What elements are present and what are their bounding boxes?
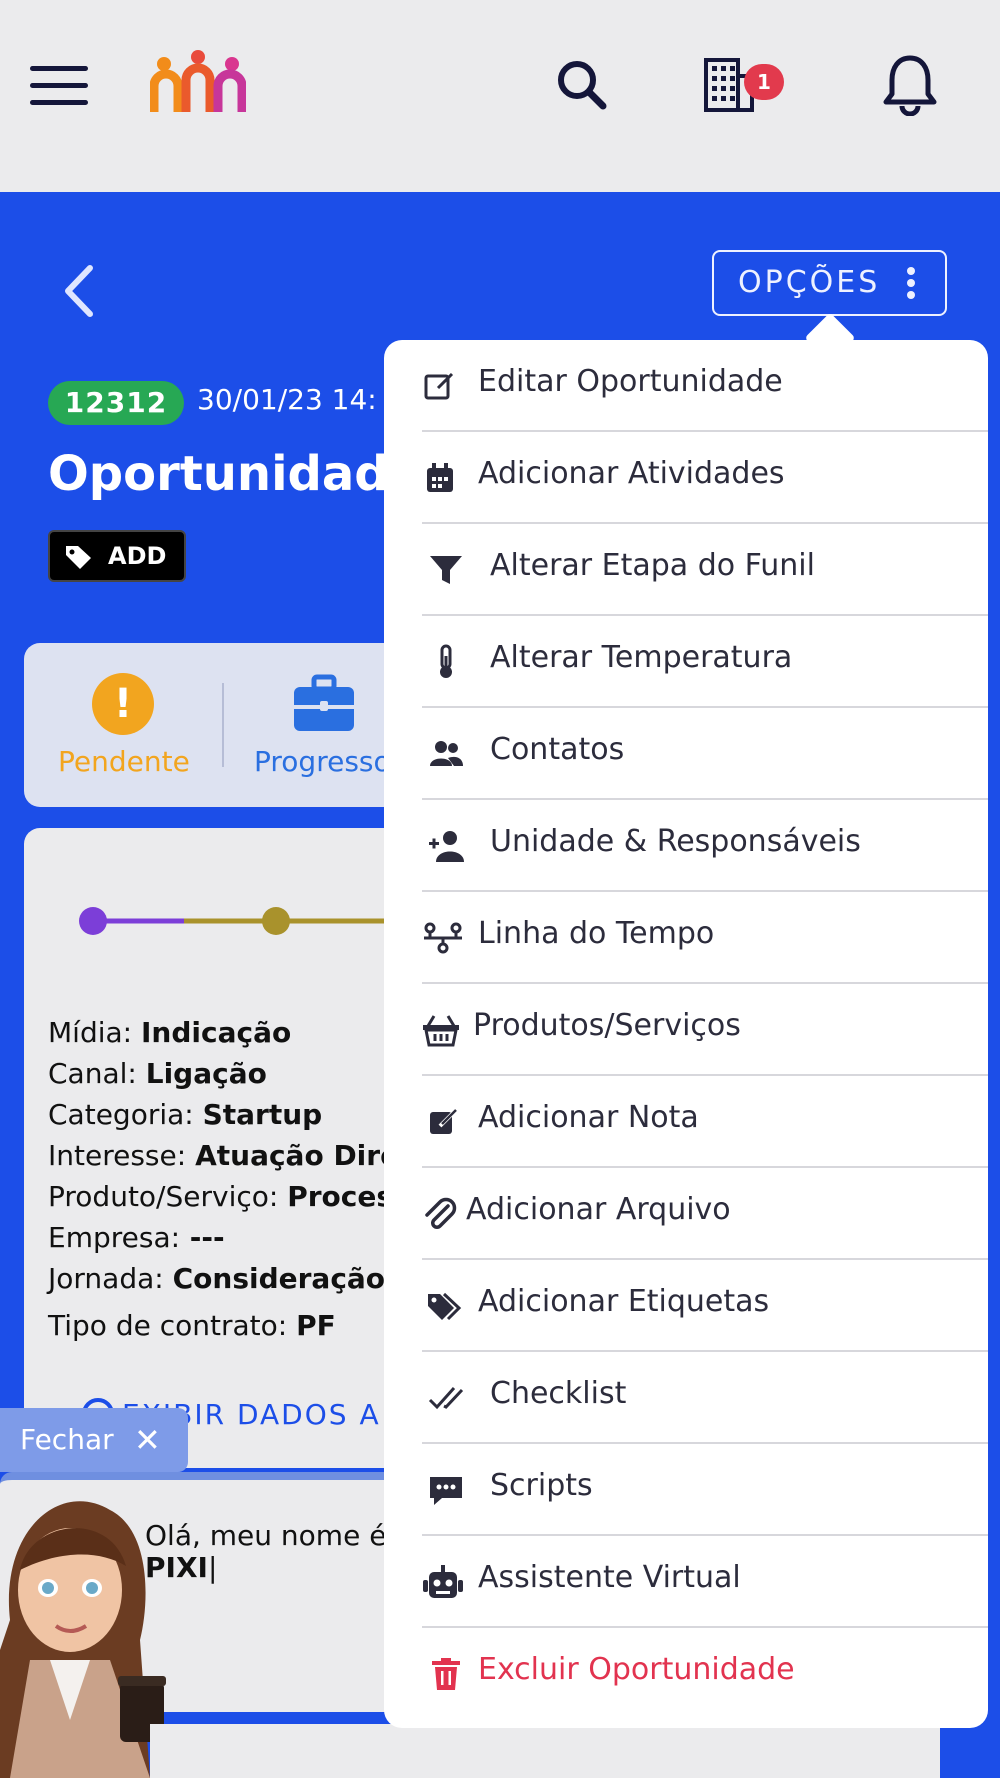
- menu-item-timeline[interactable]: Linha do Tempo: [422, 892, 988, 984]
- menu-item-add-tags[interactable]: Adicionar Etiquetas: [422, 1260, 988, 1352]
- tags-icon: [428, 1292, 462, 1321]
- detail-row: Empresa: ---: [48, 1221, 225, 1254]
- opportunity-id-badge: 12312: [48, 381, 184, 425]
- robot-icon: [423, 1565, 463, 1598]
- bell-icon[interactable]: [880, 52, 940, 116]
- opportunity-date: 30/01/23 14:: [197, 383, 377, 416]
- options-menu: Editar Oportunidade Adicionar Atividades…: [384, 340, 988, 1728]
- menu-item-edit[interactable]: Editar Oportunidade: [422, 340, 988, 432]
- detail-row: Jornada: Consideração: [48, 1262, 386, 1295]
- menu-item-delete[interactable]: Excluir Oportunidade: [422, 1628, 988, 1720]
- app-bar: 1: [0, 0, 1000, 192]
- menu-icon[interactable]: [30, 66, 88, 106]
- close-assistant-button[interactable]: Fechar ✕: [0, 1408, 188, 1472]
- users-icon: [430, 741, 463, 766]
- edit-icon: [424, 372, 454, 400]
- calendar-icon: [427, 463, 453, 492]
- menu-item-products[interactable]: Produtos/Serviços: [422, 984, 988, 1076]
- menu-item-unit-responsible[interactable]: Unidade & Responsáveis: [422, 800, 988, 892]
- bottom-action-bar: [150, 1724, 940, 1778]
- briefcase-icon[interactable]: [292, 673, 356, 733]
- detail-row: Mídia: Indicação: [48, 1016, 292, 1049]
- more-vertical-icon: [907, 267, 915, 303]
- menu-item-activities[interactable]: Adicionar Atividades: [422, 432, 988, 524]
- paperclip-icon: [425, 1197, 457, 1229]
- back-icon[interactable]: [60, 262, 100, 320]
- basket-icon: [423, 1015, 459, 1047]
- divider: [222, 683, 224, 767]
- page-title: Oportunidade: [48, 446, 388, 502]
- detail-row: Tipo de contrato: PF: [48, 1309, 336, 1342]
- menu-item-add-file[interactable]: Adicionar Arquivo: [422, 1168, 988, 1260]
- trash-icon: [432, 1658, 460, 1690]
- status-pending-label[interactable]: Pendente: [58, 745, 190, 778]
- options-button[interactable]: OPÇÕES: [712, 250, 947, 316]
- status-progress-label[interactable]: Progresso: [254, 745, 391, 778]
- options-label: OPÇÕES: [738, 265, 881, 300]
- detail-row: Categoria: Startup: [48, 1098, 323, 1131]
- status-panel: ! Pendente Progresso: [24, 643, 424, 807]
- menu-item-funnel[interactable]: Alterar Etapa do Funil: [422, 524, 988, 616]
- menu-item-virtual-assistant[interactable]: Assistente Virtual: [422, 1536, 988, 1628]
- add-tag-label: ADD: [108, 542, 167, 570]
- funnel-timeline: [79, 907, 424, 935]
- menu-item-add-note[interactable]: Adicionar Nota: [422, 1076, 988, 1168]
- detail-row: Canal: Ligação: [48, 1057, 267, 1090]
- menu-item-temperature[interactable]: Alterar Temperatura: [422, 616, 988, 708]
- double-check-icon: [428, 1386, 464, 1410]
- note-icon: [430, 1108, 458, 1134]
- notification-badge: 1: [744, 64, 784, 100]
- timeline-icon: [424, 922, 462, 954]
- detail-row: Produto/Serviço: Proces: [48, 1180, 394, 1213]
- detail-row: Interesse: Atuação Dire: [48, 1139, 400, 1172]
- menu-item-contacts[interactable]: Contatos: [422, 708, 988, 800]
- add-tag-button[interactable]: ADD: [48, 530, 186, 582]
- comment-dots-icon: [430, 1477, 462, 1505]
- details-list: Mídia: Indicação Canal: Ligação Categori…: [48, 1012, 399, 1346]
- app-logo[interactable]: [150, 50, 246, 116]
- details-card: Mídia: Indicação Canal: Ligação Categori…: [24, 828, 424, 1468]
- close-icon: ✕: [134, 1421, 161, 1459]
- search-icon[interactable]: [555, 58, 607, 110]
- tag-icon: [66, 546, 91, 569]
- menu-item-checklist[interactable]: Checklist: [422, 1352, 988, 1444]
- menu-item-scripts[interactable]: Scripts: [422, 1444, 988, 1536]
- thermometer-icon: [440, 644, 452, 678]
- exclamation-icon[interactable]: !: [92, 673, 154, 735]
- user-plus-icon: [429, 831, 464, 862]
- funnel-icon: [430, 556, 462, 584]
